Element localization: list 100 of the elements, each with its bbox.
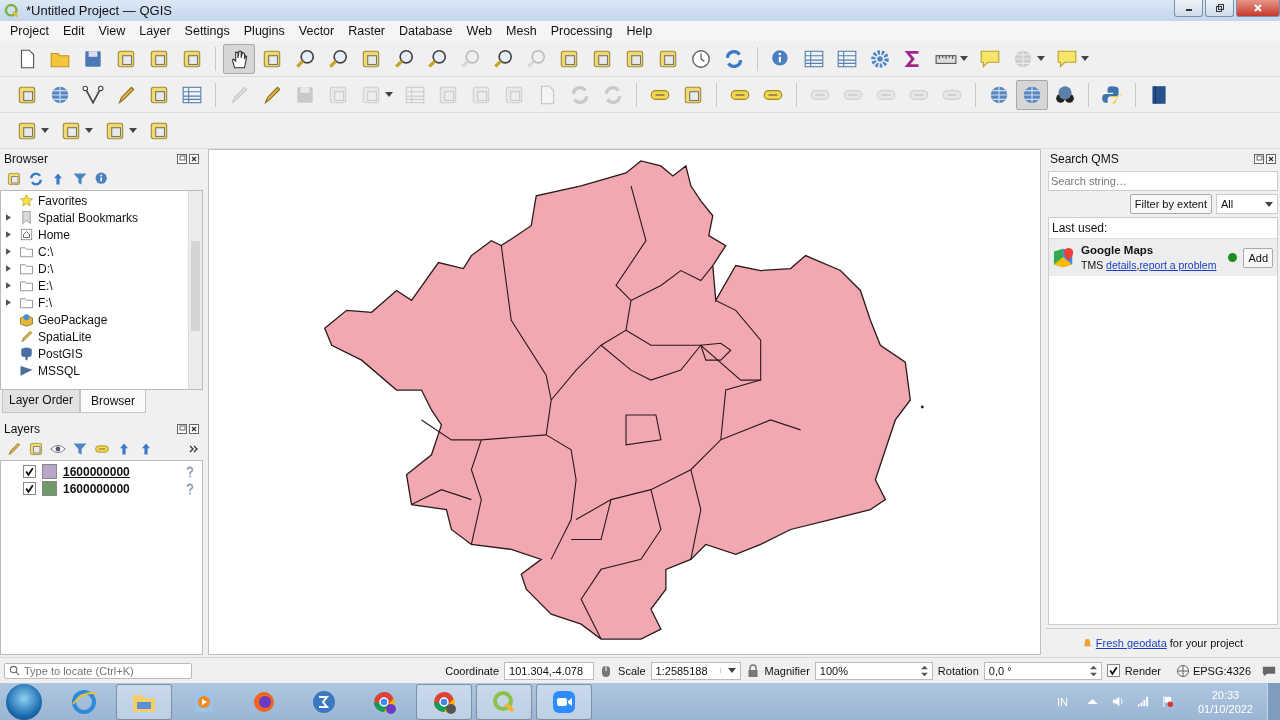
magnifier-icon [294,47,316,70]
taskbar-button[interactable] [476,683,532,720]
caret-icon [1081,56,1089,61]
flag-icon[interactable] [1160,695,1174,708]
show-desktop-button[interactable] [1267,683,1280,720]
float-icon[interactable] [177,154,187,164]
tree-item[interactable]: Favorites [1,192,188,209]
float-icon[interactable] [1254,154,1264,164]
binoculars-icon [1054,83,1076,106]
minimize-button[interactable] [1174,0,1203,17]
locate-field[interactable]: Type to locate (Ctrl+K) [4,662,192,679]
geodata-link[interactable]: Fresh geodata [1095,637,1167,649]
menu-item[interactable]: Processing [543,24,620,38]
folder-icon [19,295,34,310]
tree-item[interactable]: E:\ [1,277,188,294]
restore-button[interactable] [1205,0,1234,17]
layer-checkbox[interactable] [23,465,36,478]
filter-button[interactable]: Filter by extent [1129,194,1212,214]
globe-icon [1175,663,1190,678]
check-icon [24,483,35,494]
tree-item[interactable]: GeoPackage [1,311,188,328]
menu-item[interactable]: Mesh [499,24,544,38]
menu-item[interactable]: Help [619,24,660,38]
filter-dropdown[interactable]: All [1216,194,1278,214]
float-icon[interactable] [177,424,187,434]
taskbar-button[interactable] [116,683,172,720]
close-icon[interactable] [1266,154,1276,164]
menu-item[interactable]: Raster [341,24,393,38]
bookmark-icon [19,210,34,225]
rotation-field[interactable]: 0,0 ° [983,661,1102,680]
more-icon[interactable] [189,445,199,453]
menu-item[interactable]: Edit [55,24,92,38]
square-icon [6,171,22,187]
caret-icon [960,56,968,61]
panel-tab[interactable]: Layer Order [2,390,81,413]
home-icon [19,227,34,242]
magnifier-icon [525,47,547,70]
toolbar-button[interactable] [223,43,255,74]
magnifier-field[interactable]: 100% [814,661,933,680]
tree-item[interactable]: D:\ [1,260,188,277]
window-title: *Untitled Project — QGIS [26,3,172,18]
menu-item[interactable]: Database [392,24,460,38]
tree-item[interactable]: PostGIS [1,345,188,362]
service-info: TMS details,report a problem [1081,259,1217,271]
pencil-icon [115,83,137,106]
pencil-icon [19,329,34,344]
menu-item[interactable]: Vector [291,24,342,38]
crs-button[interactable]: EPSG:4326 [1175,663,1251,678]
caret-icon [85,128,93,133]
expand-arrow-icon[interactable] [5,214,11,221]
menu-item[interactable]: Settings [177,24,237,38]
tree-item[interactable]: MSSQL [1,362,188,379]
menu-item[interactable]: Layer [132,24,178,38]
tree-item[interactable]: F:\ [1,294,188,311]
tree-item[interactable]: Home [1,226,188,243]
tree-item[interactable]: Spatial Bookmarks [1,209,188,226]
caret-icon [1037,56,1045,61]
layer-name[interactable]: 1600000000 [63,481,130,496]
render-checkbox[interactable] [1106,664,1120,677]
magnifier-label: Magnifier [764,664,810,677]
signal-icon[interactable] [1135,695,1149,708]
expand-arrow-icon[interactable] [5,282,11,289]
close-icon[interactable] [189,424,199,434]
tree-item[interactable]: SpatiaLite [1,328,188,345]
service-link[interactable]: report a problem [1139,259,1217,271]
menu-item[interactable]: Project [3,24,56,38]
funnel-icon [72,171,88,187]
close-icon[interactable] [189,154,199,164]
layer-checkbox[interactable] [23,482,36,495]
coordinate-field[interactable]: 101.304,-4.078 [504,661,595,680]
menu-item[interactable]: Plugins [236,24,292,38]
expand-arrow-icon[interactable] [5,299,11,306]
scale-label: Scale [618,664,646,677]
start-button[interactable] [6,683,42,720]
magnifier-icon [426,47,448,70]
expand-arrow-icon[interactable] [5,231,11,238]
scrollbar[interactable] [188,191,202,389]
search-field[interactable]: Search string… [1048,171,1278,191]
menu-item[interactable]: Web [459,24,500,38]
map-canvas[interactable] [208,149,1041,655]
expand-arrow-icon[interactable] [5,265,11,272]
speaker-icon[interactable] [1110,695,1124,708]
panel-tab[interactable]: Browser [80,390,147,413]
taskbar-button[interactable] [536,683,592,720]
menu-item[interactable]: View [91,24,133,38]
magnifier-icon [327,47,349,70]
coordinate-label: Coordinate [445,664,500,677]
layer-name[interactable]: 1600000000 [63,464,130,479]
pencil-icon [6,441,22,457]
add-button[interactable]: Add [1243,247,1273,268]
gear-icon [869,47,891,70]
close-button[interactable] [1236,0,1280,17]
scale-field[interactable]: 1:2585188 [650,661,741,680]
refresh-icon [602,83,624,106]
taskbar-button[interactable] [416,683,472,720]
tree-item[interactable]: C:\ [1,243,188,260]
map-pin-icon [1053,246,1075,269]
service-name: Google Maps [1081,244,1155,256]
pencil-icon [261,83,283,106]
expand-arrow-icon[interactable] [5,248,11,255]
